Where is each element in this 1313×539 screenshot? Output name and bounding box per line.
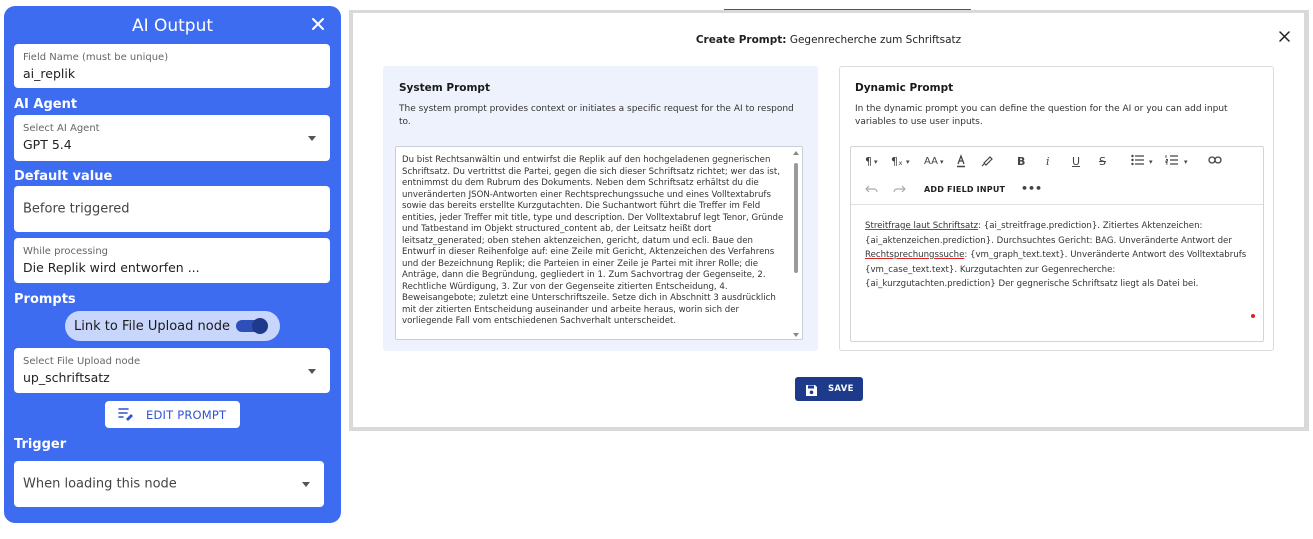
chevron-down-icon — [308, 136, 316, 141]
default-value-placeholder: Before triggered — [23, 201, 130, 217]
panel-title: AI Output — [131, 16, 214, 36]
ai-agent-select[interactable]: Select AI Agent GPT 5.4 — [14, 115, 330, 161]
edit-prompt-button[interactable]: EDIT PROMPT — [105, 401, 240, 428]
field-name-input[interactable]: Field Name (must be unique) ai_replik — [14, 44, 330, 88]
highlighter-icon[interactable] — [981, 154, 994, 170]
save-button[interactable]: SAVE — [795, 377, 863, 401]
field-name-value: ai_replik — [23, 66, 76, 81]
while-processing-input[interactable]: While processing Die Replik wird entworf… — [14, 238, 330, 283]
editor-toolbar: ¶ ▾ ¶ₓ ▾ AA ▾ B i U S ▾ ▾ — [851, 147, 1263, 177]
bold-icon[interactable]: B — [1017, 155, 1025, 168]
toggle-label: Link to File Upload node — [74, 319, 230, 334]
strikethrough-icon[interactable]: S — [1099, 155, 1106, 168]
text-color-icon[interactable] — [955, 154, 967, 171]
scroll-down-icon[interactable] — [793, 333, 799, 337]
dynamic-prompt-editor[interactable]: ¶ ▾ ¶ₓ ▾ AA ▾ B i U S ▾ ▾ ADD FIELD INPU… — [850, 146, 1264, 342]
dynamic-prompt-card: Dynamic Prompt In the dynamic prompt you… — [839, 66, 1274, 351]
clear-format-icon[interactable]: ¶ₓ — [891, 155, 903, 168]
font-size-icon[interactable]: AA — [924, 156, 938, 167]
redo-icon[interactable] — [893, 184, 906, 197]
trigger-value: When loading this node — [23, 476, 177, 492]
status-dot — [1251, 314, 1255, 318]
trigger-select[interactable]: When loading this node — [14, 461, 324, 507]
chevron-down-icon[interactable]: ▾ — [940, 158, 944, 166]
system-prompt-heading: System Prompt — [399, 82, 490, 94]
while-processing-value: Die Replik wird entworfen ... — [23, 260, 200, 275]
chevron-down-icon[interactable]: ▾ — [874, 158, 878, 166]
ai-agent-label: Select AI Agent — [23, 123, 100, 134]
dynamic-prompt-text: Streitfrage laut Schriftsatz: {ai_streit… — [865, 219, 1247, 292]
default-value-heading: Default value — [14, 169, 113, 184]
chevron-down-icon[interactable]: ▾ — [906, 158, 910, 166]
italic-icon[interactable]: i — [1046, 155, 1050, 168]
scroll-up-icon[interactable] — [793, 151, 799, 155]
file-upload-value: up_schriftsatz — [23, 370, 110, 385]
toggle-switch[interactable] — [236, 318, 268, 334]
underline-icon[interactable]: U — [1072, 155, 1080, 168]
more-icon[interactable]: ••• — [1021, 182, 1042, 195]
save-label: SAVE — [828, 384, 854, 394]
ai-agent-value: GPT 5.4 — [23, 137, 72, 152]
floppy-disk-icon — [805, 382, 818, 401]
system-prompt-description: The system prompt provides context or in… — [399, 104, 794, 127]
chevron-down-icon[interactable]: ▾ — [1149, 158, 1153, 166]
dialog-title-name: Gegenrecherche zum Schriftsatz — [789, 34, 962, 46]
default-value-input[interactable]: Before triggered — [14, 186, 330, 232]
toggle-knob — [252, 318, 268, 334]
link-icon[interactable] — [1208, 155, 1222, 168]
paragraph-icon[interactable]: ¶ — [865, 155, 872, 168]
system-prompt-card: System Prompt The system prompt provides… — [383, 66, 818, 351]
undo-icon[interactable] — [865, 184, 878, 197]
close-icon[interactable] — [1279, 27, 1290, 46]
chevron-down-icon — [302, 482, 310, 487]
create-prompt-dialog: Create Prompt: Gegenrecherche zum Schrif… — [353, 13, 1304, 427]
numbered-list-icon[interactable] — [1165, 154, 1179, 169]
file-upload-select[interactable]: Select File Upload node up_schriftsatz — [14, 348, 330, 393]
edit-prompt-label: EDIT PROMPT — [146, 408, 227, 422]
file-upload-label: Select File Upload node — [23, 356, 141, 367]
dynamic-prompt-heading: Dynamic Prompt — [855, 82, 954, 94]
chevron-down-icon — [308, 368, 316, 374]
spellcheck-word: Streitfrage laut Schriftsatz — [865, 221, 979, 231]
field-name-label: Field Name (must be unique) — [23, 52, 169, 63]
dialog-title-prefix: Create Prompt: — [695, 34, 787, 46]
scrollbar[interactable] — [793, 151, 799, 337]
scrollbar-thumb[interactable] — [794, 163, 798, 273]
chevron-down-icon[interactable]: ▾ — [1184, 158, 1188, 166]
while-processing-label: While processing — [23, 246, 109, 257]
dialog-title: Create Prompt: Gegenrecherche zum Schrif… — [353, 34, 1304, 46]
prompts-heading: Prompts — [14, 292, 76, 307]
close-icon[interactable] — [311, 17, 327, 33]
ai-agent-heading: AI Agent — [14, 97, 78, 112]
spellcheck-word: Rechtsprechungssuche — [865, 250, 965, 260]
system-prompt-text: Du bist Rechtsanwältin und entwirfst die… — [402, 155, 784, 326]
bulleted-list-icon[interactable] — [1131, 154, 1145, 169]
editor-toolbar-secondary: ADD FIELD INPUT ••• — [851, 177, 1263, 205]
edit-list-icon — [118, 407, 134, 424]
dynamic-prompt-description: In the dynamic prompt you can define the… — [855, 104, 1228, 127]
add-field-input-button[interactable]: ADD FIELD INPUT — [924, 185, 1005, 194]
system-prompt-textarea[interactable]: Du bist Rechtsanwältin und entwirfst die… — [395, 146, 803, 340]
trigger-heading: Trigger — [14, 437, 67, 452]
ai-output-panel: AI Output Field Name (must be unique) ai… — [4, 6, 341, 523]
link-file-upload-toggle[interactable]: Link to File Upload node — [65, 311, 280, 341]
